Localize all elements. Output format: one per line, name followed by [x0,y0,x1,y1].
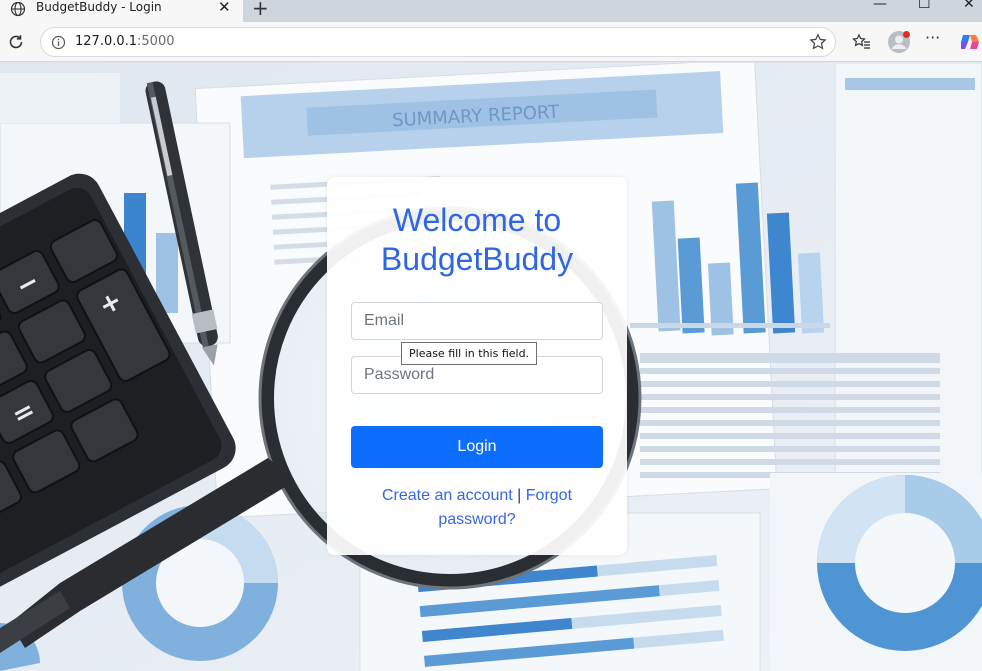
browser-toolbar: 127.0.0.1:5000 ··· [0,22,982,62]
email-input[interactable] [351,302,603,340]
close-window-icon[interactable]: ✕ [963,0,975,12]
browser-title-bar: BudgetBuddy - Login ✕ + — ☐ ✕ [0,0,982,22]
title-line-2: BudgetBuddy [380,241,574,277]
more-options-icon[interactable]: ··· [925,28,940,47]
close-tab-icon[interactable]: ✕ [218,0,231,16]
globe-icon [10,1,26,21]
site-info-icon[interactable] [51,35,66,54]
login-page: SUMMARY REPORT − + = Welcome to BudgetBu… [0,63,982,671]
link-separator: | [517,487,522,504]
new-tab-icon[interactable]: + [252,0,269,20]
browser-tab[interactable]: BudgetBuddy - Login ✕ [0,0,243,22]
login-button[interactable]: Login [351,426,603,468]
maximize-icon[interactable]: ☐ [918,0,931,12]
copilot-icon[interactable] [959,31,981,57]
favorite-star-icon[interactable] [809,33,827,55]
minimize-icon[interactable]: — [873,0,887,12]
tab-title: BudgetBuddy - Login [36,0,162,14]
url-text: 127.0.0.1:5000 [75,34,175,49]
profile-avatar-icon[interactable] [887,30,911,58]
page-title: Welcome to BudgetBuddy [327,201,627,279]
title-line-1: Welcome to [392,202,562,238]
validation-tooltip: Please fill in this field. [401,342,538,365]
create-account-link[interactable]: Create an account [382,487,513,504]
reload-icon[interactable] [6,32,26,56]
address-bar[interactable]: 127.0.0.1:5000 [40,27,836,57]
favorites-icon[interactable] [852,32,872,56]
account-links: Create an account | Forgot password? [367,484,587,532]
login-card: Welcome to BudgetBuddy Please fill in th… [327,177,627,555]
